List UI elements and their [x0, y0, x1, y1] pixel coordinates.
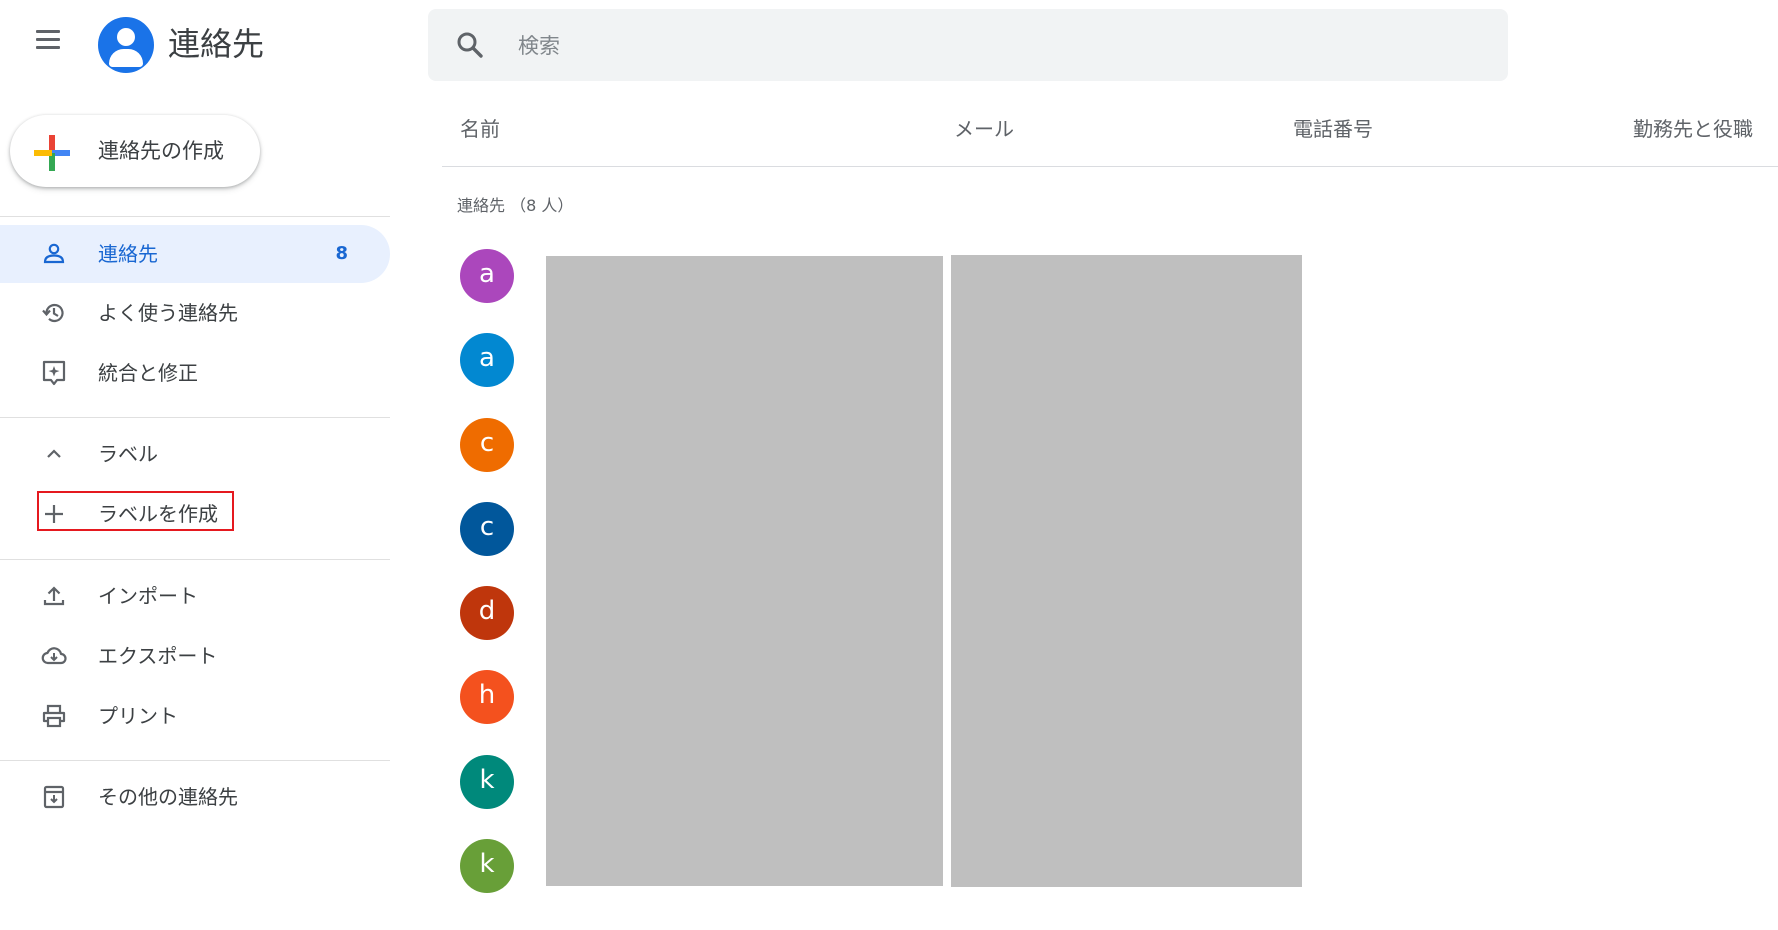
sidebar-item-label: よく使う連絡先 [98, 301, 238, 325]
search-icon[interactable] [454, 29, 486, 61]
column-header-phone[interactable]: 電話番号 [1293, 114, 1373, 144]
create-contact-button[interactable]: 連絡先の作成 [10, 115, 260, 187]
cloud-download-icon [41, 647, 67, 665]
sidebar-divider [0, 417, 390, 418]
sidebar-item-contacts[interactable]: 連絡先 8 [0, 225, 390, 283]
sidebar-item-frequent[interactable]: よく使う連絡先 [0, 284, 390, 342]
sidebar-item-other-contacts[interactable]: その他の連絡先 [0, 768, 390, 826]
person-icon [43, 243, 65, 264]
sidebar-divider [0, 216, 390, 217]
labels-section-label: ラベル [98, 442, 158, 466]
hamburger-menu-icon-bar [36, 38, 60, 41]
multicolor-plus-icon [34, 135, 70, 171]
search-input[interactable] [516, 25, 1420, 67]
sidebar-item-export[interactable]: エクスポート [0, 627, 390, 685]
contacts-logo-icon [98, 17, 154, 73]
app-title: 連絡先 [168, 25, 265, 63]
contacts-count-badge: 8 [335, 243, 348, 264]
column-header-name[interactable]: 名前 [460, 114, 500, 144]
sidebar-item-merge-fix[interactable]: 統合と修正 [0, 344, 390, 402]
labels-section-toggle[interactable]: ラベル [0, 425, 390, 483]
upload-icon [43, 586, 65, 606]
column-header-email[interactable]: メール [954, 114, 1014, 144]
merge-fix-icon [42, 360, 66, 386]
contacts-section-title: 連絡先 （8 人） [457, 196, 574, 215]
contact-avatar[interactable]: d [460, 586, 514, 640]
highlight-box [37, 491, 234, 531]
sidebar-divider [0, 559, 390, 560]
sidebar-item-import[interactable]: インポート [0, 567, 390, 625]
contact-avatar[interactable]: c [460, 418, 514, 472]
contact-avatar[interactable]: h [460, 670, 514, 724]
sidebar-item-label: 統合と修正 [98, 361, 198, 385]
create-contact-label: 連絡先の作成 [98, 139, 224, 163]
contact-avatar[interactable]: k [460, 839, 514, 893]
contact-avatar[interactable]: a [460, 333, 514, 387]
sidebar-divider [0, 760, 390, 761]
chevron-up-icon [47, 449, 61, 458]
contact-avatar[interactable]: k [460, 755, 514, 809]
search-bar[interactable] [428, 9, 1508, 81]
history-icon [42, 303, 64, 323]
main-menu-button[interactable] [30, 22, 66, 58]
redacted-name-column [546, 256, 943, 886]
redacted-email-column [951, 255, 1302, 887]
column-header-company[interactable]: 勤務先と役職 [1633, 114, 1753, 144]
sidebar-item-label: プリント [98, 704, 178, 728]
sidebar-item-label: インポート [98, 584, 198, 608]
sidebar-item-label: 連絡先 [98, 242, 158, 266]
sidebar-item-label: その他の連絡先 [98, 785, 238, 809]
contact-avatar[interactable]: a [460, 249, 514, 303]
hamburger-menu-icon [36, 30, 60, 33]
sidebar-item-label: エクスポート [98, 644, 218, 668]
printer-icon [42, 704, 66, 728]
table-header-divider [442, 166, 1778, 167]
hamburger-menu-icon-bar [36, 46, 60, 49]
contact-avatar[interactable]: c [460, 502, 514, 556]
sidebar-item-print[interactable]: プリント [0, 687, 390, 745]
archive-icon [43, 785, 65, 809]
